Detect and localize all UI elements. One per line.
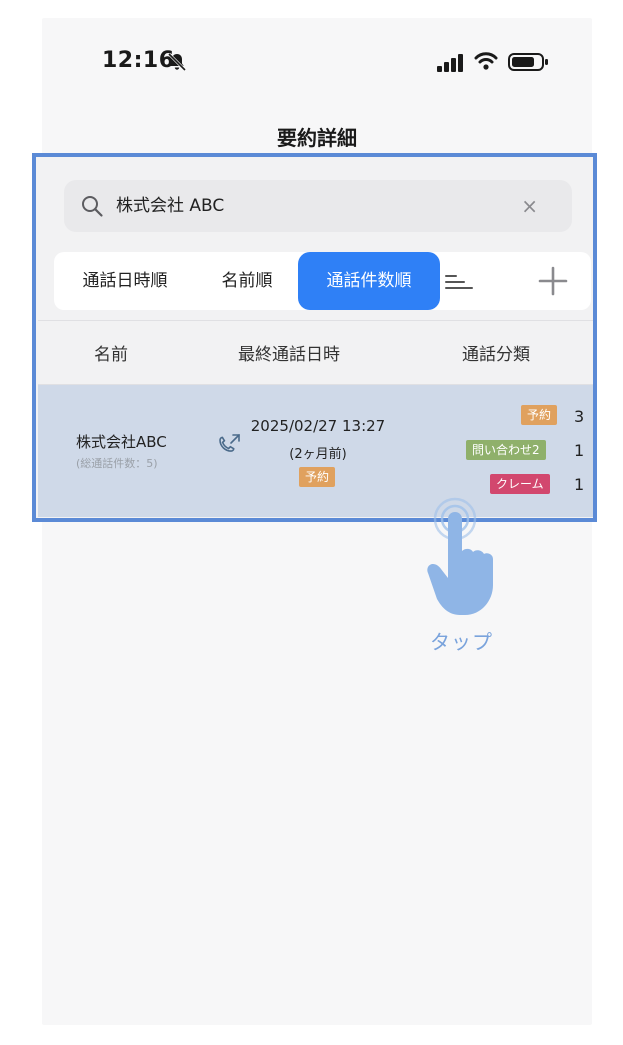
add-icon[interactable] — [537, 265, 569, 297]
category-badge-complaint: クレーム — [490, 474, 550, 494]
page-title: 要約詳細 — [277, 126, 357, 150]
tab-sort-by-date[interactable]: 通話日時順 — [54, 252, 196, 310]
status-bar: 12:16 — [42, 18, 592, 98]
category-count-complaint: 1 — [574, 475, 585, 494]
row-last-call-tag: 予約 — [299, 467, 336, 487]
row-last-call-date: 2025/02/27 13:27 — [250, 417, 386, 435]
header-divider — [38, 320, 593, 321]
search-icon — [82, 196, 103, 217]
category-count-inquiry: 1 — [574, 441, 585, 460]
category-badge-reservation: 予約 — [521, 405, 558, 425]
column-header-last-call: 最終通話日時 — [238, 345, 340, 365]
search-field[interactable]: 株式会社 ABC × — [64, 180, 572, 232]
battery-icon — [508, 53, 548, 71]
tap-hand-icon — [427, 497, 493, 615]
status-time: 12:16 — [102, 48, 175, 73]
tab-sort-by-name[interactable]: 名前順 — [196, 252, 298, 310]
bell-muted-icon — [167, 52, 187, 72]
clear-icon[interactable]: × — [521, 180, 538, 232]
row-company-name: 株式会社ABC — [76, 433, 167, 451]
search-input[interactable]: 株式会社 ABC — [116, 180, 224, 232]
column-header-category: 通話分類 — [462, 345, 530, 365]
category-count-reservation: 3 — [574, 407, 585, 426]
sort-bar: 通話日時順 名前順 通話件数順 — [54, 252, 591, 310]
row-last-call-ago: (2ヶ月前) — [289, 447, 347, 462]
column-header-name: 名前 — [94, 345, 128, 365]
sort-order-icon[interactable] — [444, 271, 474, 293]
category-badge-inquiry: 問い合わせ2 — [466, 440, 546, 460]
tab-sort-by-call-count[interactable]: 通話件数順 — [298, 252, 440, 310]
tap-hint-label: タップ — [430, 630, 493, 654]
cellular-signal-icon — [437, 54, 463, 72]
row-total-calls: (総通話件数：5) — [76, 457, 158, 470]
wifi-icon — [474, 52, 498, 70]
